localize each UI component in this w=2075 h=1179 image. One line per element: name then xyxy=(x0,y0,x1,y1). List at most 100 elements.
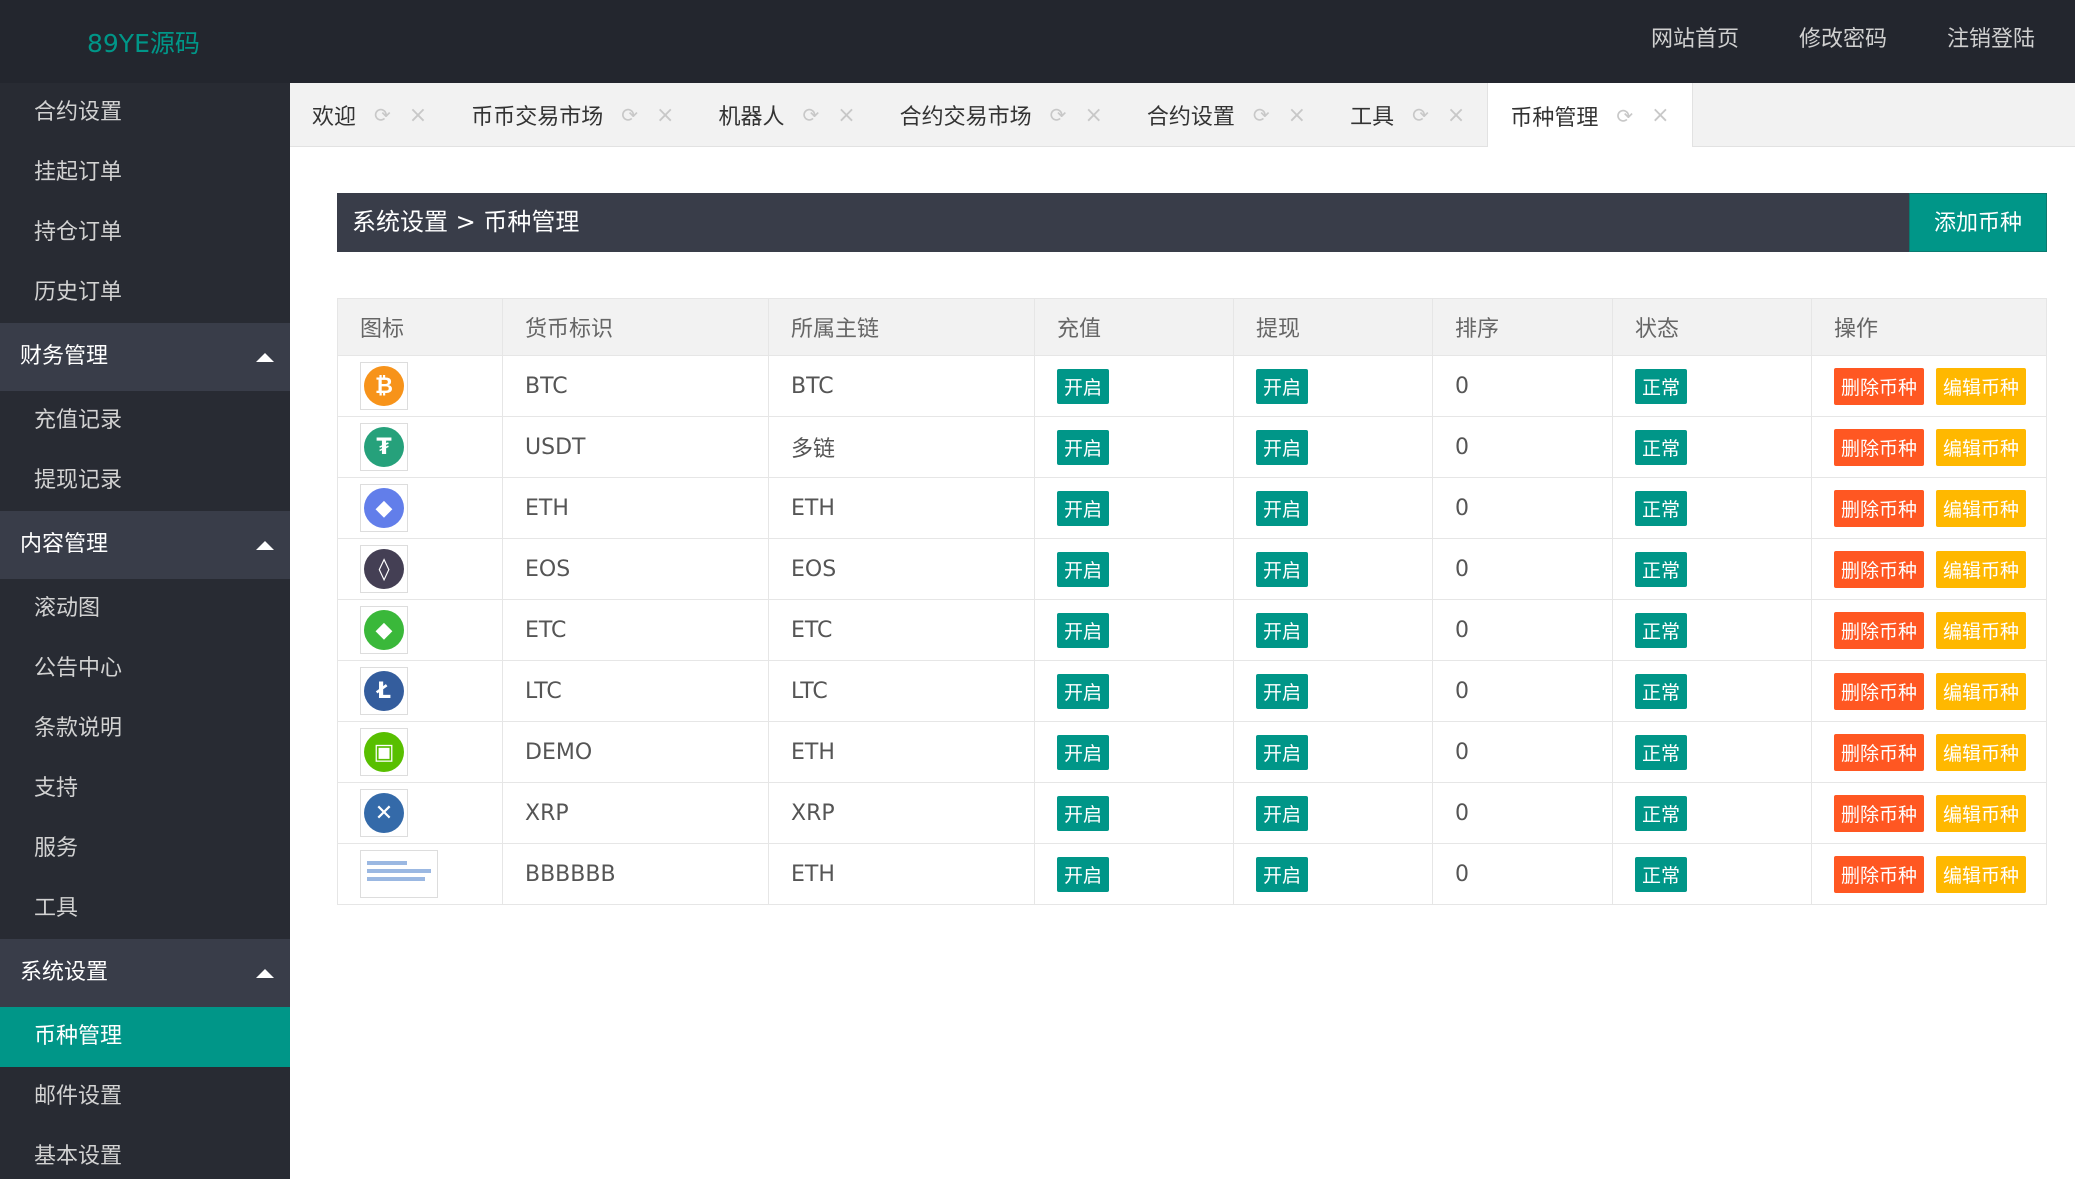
close-icon[interactable]: × xyxy=(409,103,427,128)
status-badge: 正常 xyxy=(1635,490,1688,526)
withdraw-status-badge[interactable]: 开启 xyxy=(1256,551,1309,587)
recharge-status-badge[interactable]: 开启 xyxy=(1057,490,1110,526)
nav-logout-link[interactable]: 注销登陆 xyxy=(1947,0,2035,83)
refresh-icon[interactable]: ⟳ xyxy=(1412,103,1429,127)
tab-welcome[interactable]: 欢迎 ⟳ × xyxy=(290,83,449,147)
withdraw-status-badge[interactable]: 开启 xyxy=(1256,490,1309,526)
edit-coin-button[interactable]: 编辑币种 xyxy=(1936,550,2027,588)
sidebar-item-withdraw-records[interactable]: 提现记录 xyxy=(0,451,290,511)
actions-cell: 删除币种 编辑币种 xyxy=(1811,355,2047,417)
tab-tools[interactable]: 工具 ⟳ × xyxy=(1328,83,1487,147)
delete-coin-button[interactable]: 删除币种 xyxy=(1834,367,1925,405)
delete-coin-button[interactable]: 删除币种 xyxy=(1834,611,1925,649)
sidebar-item-announcements[interactable]: 公告中心 xyxy=(0,639,290,699)
symbol-cell: ETC xyxy=(502,599,769,661)
nav-home-link[interactable]: 网站首页 xyxy=(1651,0,1739,83)
close-icon[interactable]: × xyxy=(656,103,674,128)
refresh-icon[interactable]: ⟳ xyxy=(1050,103,1067,127)
edit-coin-button[interactable]: 编辑币种 xyxy=(1936,367,2027,405)
chain-cell: 多链 xyxy=(768,416,1035,478)
delete-coin-button[interactable]: 删除币种 xyxy=(1834,550,1925,588)
edit-coin-button[interactable]: 编辑币种 xyxy=(1936,794,2027,832)
recharge-status-badge[interactable]: 开启 xyxy=(1057,673,1110,709)
status-badge: 正常 xyxy=(1635,551,1688,587)
sidebar-item-position-orders[interactable]: 持仓订单 xyxy=(0,203,290,263)
withdraw-status-badge[interactable]: 开启 xyxy=(1256,856,1309,892)
edit-coin-button[interactable]: 编辑币种 xyxy=(1936,489,2027,527)
withdraw-status-badge[interactable]: 开启 xyxy=(1256,673,1309,709)
close-icon[interactable]: × xyxy=(1447,103,1465,128)
icon-cell: ₮ xyxy=(337,416,503,478)
recharge-status-badge[interactable]: 开启 xyxy=(1057,795,1110,831)
edit-coin-button[interactable]: 编辑币种 xyxy=(1936,611,2027,649)
sidebar-item-support[interactable]: 支持 xyxy=(0,759,290,819)
sidebar-item-mail-settings[interactable]: 邮件设置 xyxy=(0,1067,290,1127)
close-icon[interactable]: × xyxy=(1084,103,1102,128)
sidebar-group-finance[interactable]: 财务管理 xyxy=(0,323,290,391)
refresh-icon[interactable]: ⟳ xyxy=(802,103,819,127)
sidebar-item-carousel[interactable]: 滚动图 xyxy=(0,579,290,639)
sidebar-item-terms[interactable]: 条款说明 xyxy=(0,699,290,759)
edit-coin-button[interactable]: 编辑币种 xyxy=(1936,855,2027,893)
delete-coin-button[interactable]: 删除币种 xyxy=(1834,672,1925,710)
withdraw-status-badge[interactable]: 开启 xyxy=(1256,368,1309,404)
edit-coin-button[interactable]: 编辑币种 xyxy=(1936,672,2027,710)
sidebar-item-basic-settings[interactable]: 基本设置 xyxy=(0,1127,290,1179)
delete-coin-button[interactable]: 删除币种 xyxy=(1834,733,1925,771)
withdraw-status-badge[interactable]: 开启 xyxy=(1256,612,1309,648)
recharge-status-badge[interactable]: 开启 xyxy=(1057,551,1110,587)
sidebar-item-pending-orders[interactable]: 挂起订单 xyxy=(0,143,290,203)
coin-icon-frame: ◆ xyxy=(360,606,408,654)
sidebar-item-tools[interactable]: 工具 xyxy=(0,879,290,939)
delete-coin-button[interactable]: 删除币种 xyxy=(1834,489,1925,527)
icon-cell: ✕ xyxy=(337,782,503,844)
recharge-status-badge[interactable]: 开启 xyxy=(1057,612,1110,648)
sidebar-item-contract-settings[interactable]: 合约设置 xyxy=(0,83,290,143)
sidebar-item-coin-management[interactable]: 币种管理 xyxy=(0,1007,290,1067)
recharge-cell: 开启 xyxy=(1034,599,1234,661)
chain-cell: ETH xyxy=(768,477,1035,539)
delete-coin-button[interactable]: 删除币种 xyxy=(1834,428,1925,466)
withdraw-cell: 开启 xyxy=(1233,538,1433,600)
sort-cell: 0 xyxy=(1432,477,1613,539)
withdraw-status-badge[interactable]: 开启 xyxy=(1256,429,1309,465)
delete-coin-button[interactable]: 删除币种 xyxy=(1834,855,1925,893)
edit-coin-button[interactable]: 编辑币种 xyxy=(1936,733,2027,771)
sidebar-group-system[interactable]: 系统设置 xyxy=(0,939,290,1007)
sort-cell: 0 xyxy=(1432,843,1613,905)
close-icon[interactable]: × xyxy=(1288,103,1306,128)
site-logo[interactable]: 89YE源码 xyxy=(87,24,200,60)
refresh-icon[interactable]: ⟳ xyxy=(1253,103,1270,127)
nav-change-password-link[interactable]: 修改密码 xyxy=(1799,0,1887,83)
sidebar-item-recharge-records[interactable]: 充值记录 xyxy=(0,391,290,451)
sidebar-group-content[interactable]: 内容管理 xyxy=(0,511,290,579)
sidebar-item-history-orders[interactable]: 历史订单 xyxy=(0,263,290,323)
refresh-icon[interactable]: ⟳ xyxy=(374,103,391,127)
withdraw-status-badge[interactable]: 开启 xyxy=(1256,734,1309,770)
add-coin-button[interactable]: 添加币种 xyxy=(1909,193,2047,252)
sort-cell: 0 xyxy=(1432,660,1613,722)
tab-contract-settings[interactable]: 合约设置 ⟳ × xyxy=(1125,83,1328,147)
icon-cell: Ł xyxy=(337,660,503,722)
edit-coin-button[interactable]: 编辑币种 xyxy=(1936,428,2027,466)
status-cell: 正常 xyxy=(1612,782,1812,844)
close-icon[interactable]: × xyxy=(1651,103,1669,128)
column-header: 图标 xyxy=(337,298,503,356)
refresh-icon[interactable]: ⟳ xyxy=(1616,104,1633,128)
recharge-status-badge[interactable]: 开启 xyxy=(1057,368,1110,404)
recharge-status-badge[interactable]: 开启 xyxy=(1057,734,1110,770)
close-icon[interactable]: × xyxy=(837,103,855,128)
recharge-status-badge[interactable]: 开启 xyxy=(1057,856,1110,892)
refresh-icon[interactable]: ⟳ xyxy=(621,103,638,127)
tab-contract-market[interactable]: 合约交易市场 ⟳ × xyxy=(878,83,1125,147)
recharge-status-badge[interactable]: 开启 xyxy=(1057,429,1110,465)
withdraw-status-badge[interactable]: 开启 xyxy=(1256,795,1309,831)
tab-spot-market[interactable]: 币币交易市场 ⟳ × xyxy=(449,83,696,147)
sidebar-item-service[interactable]: 服务 xyxy=(0,819,290,879)
actions-cell: 删除币种 编辑币种 xyxy=(1811,782,2047,844)
delete-coin-button[interactable]: 删除币种 xyxy=(1834,794,1925,832)
table-row: ◆ ETC ETC 开启 开启 0 正常 删除币种 编辑币种 xyxy=(337,599,2047,661)
icon-cell: ◊ xyxy=(337,538,503,600)
tab-robot[interactable]: 机器人 ⟳ × xyxy=(696,83,877,147)
tab-coin-management[interactable]: 币种管理 ⟳ × xyxy=(1487,83,1693,148)
